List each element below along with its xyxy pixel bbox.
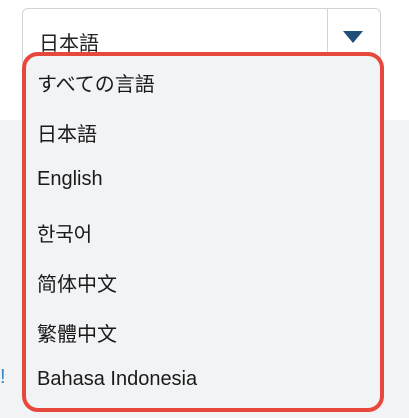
language-dropdown-menu: すべての言語 日本語 English 한국어 简体中文 繁體中文 Bahasa … (22, 52, 384, 412)
language-option-korean[interactable]: 한국어 (37, 218, 92, 247)
language-option-english[interactable]: English (37, 168, 103, 191)
language-option-japanese[interactable]: 日本語 (37, 118, 97, 147)
chevron-down-icon[interactable] (343, 31, 363, 43)
language-option-traditional-chinese[interactable]: 繁體中文 (37, 318, 117, 347)
language-option-simplified-chinese[interactable]: 简体中文 (37, 268, 117, 297)
language-option-indonesian[interactable]: Bahasa Indonesia (37, 368, 197, 391)
left-edge-mark: ! (0, 366, 6, 388)
language-option-all[interactable]: すべての言語 (37, 68, 155, 97)
